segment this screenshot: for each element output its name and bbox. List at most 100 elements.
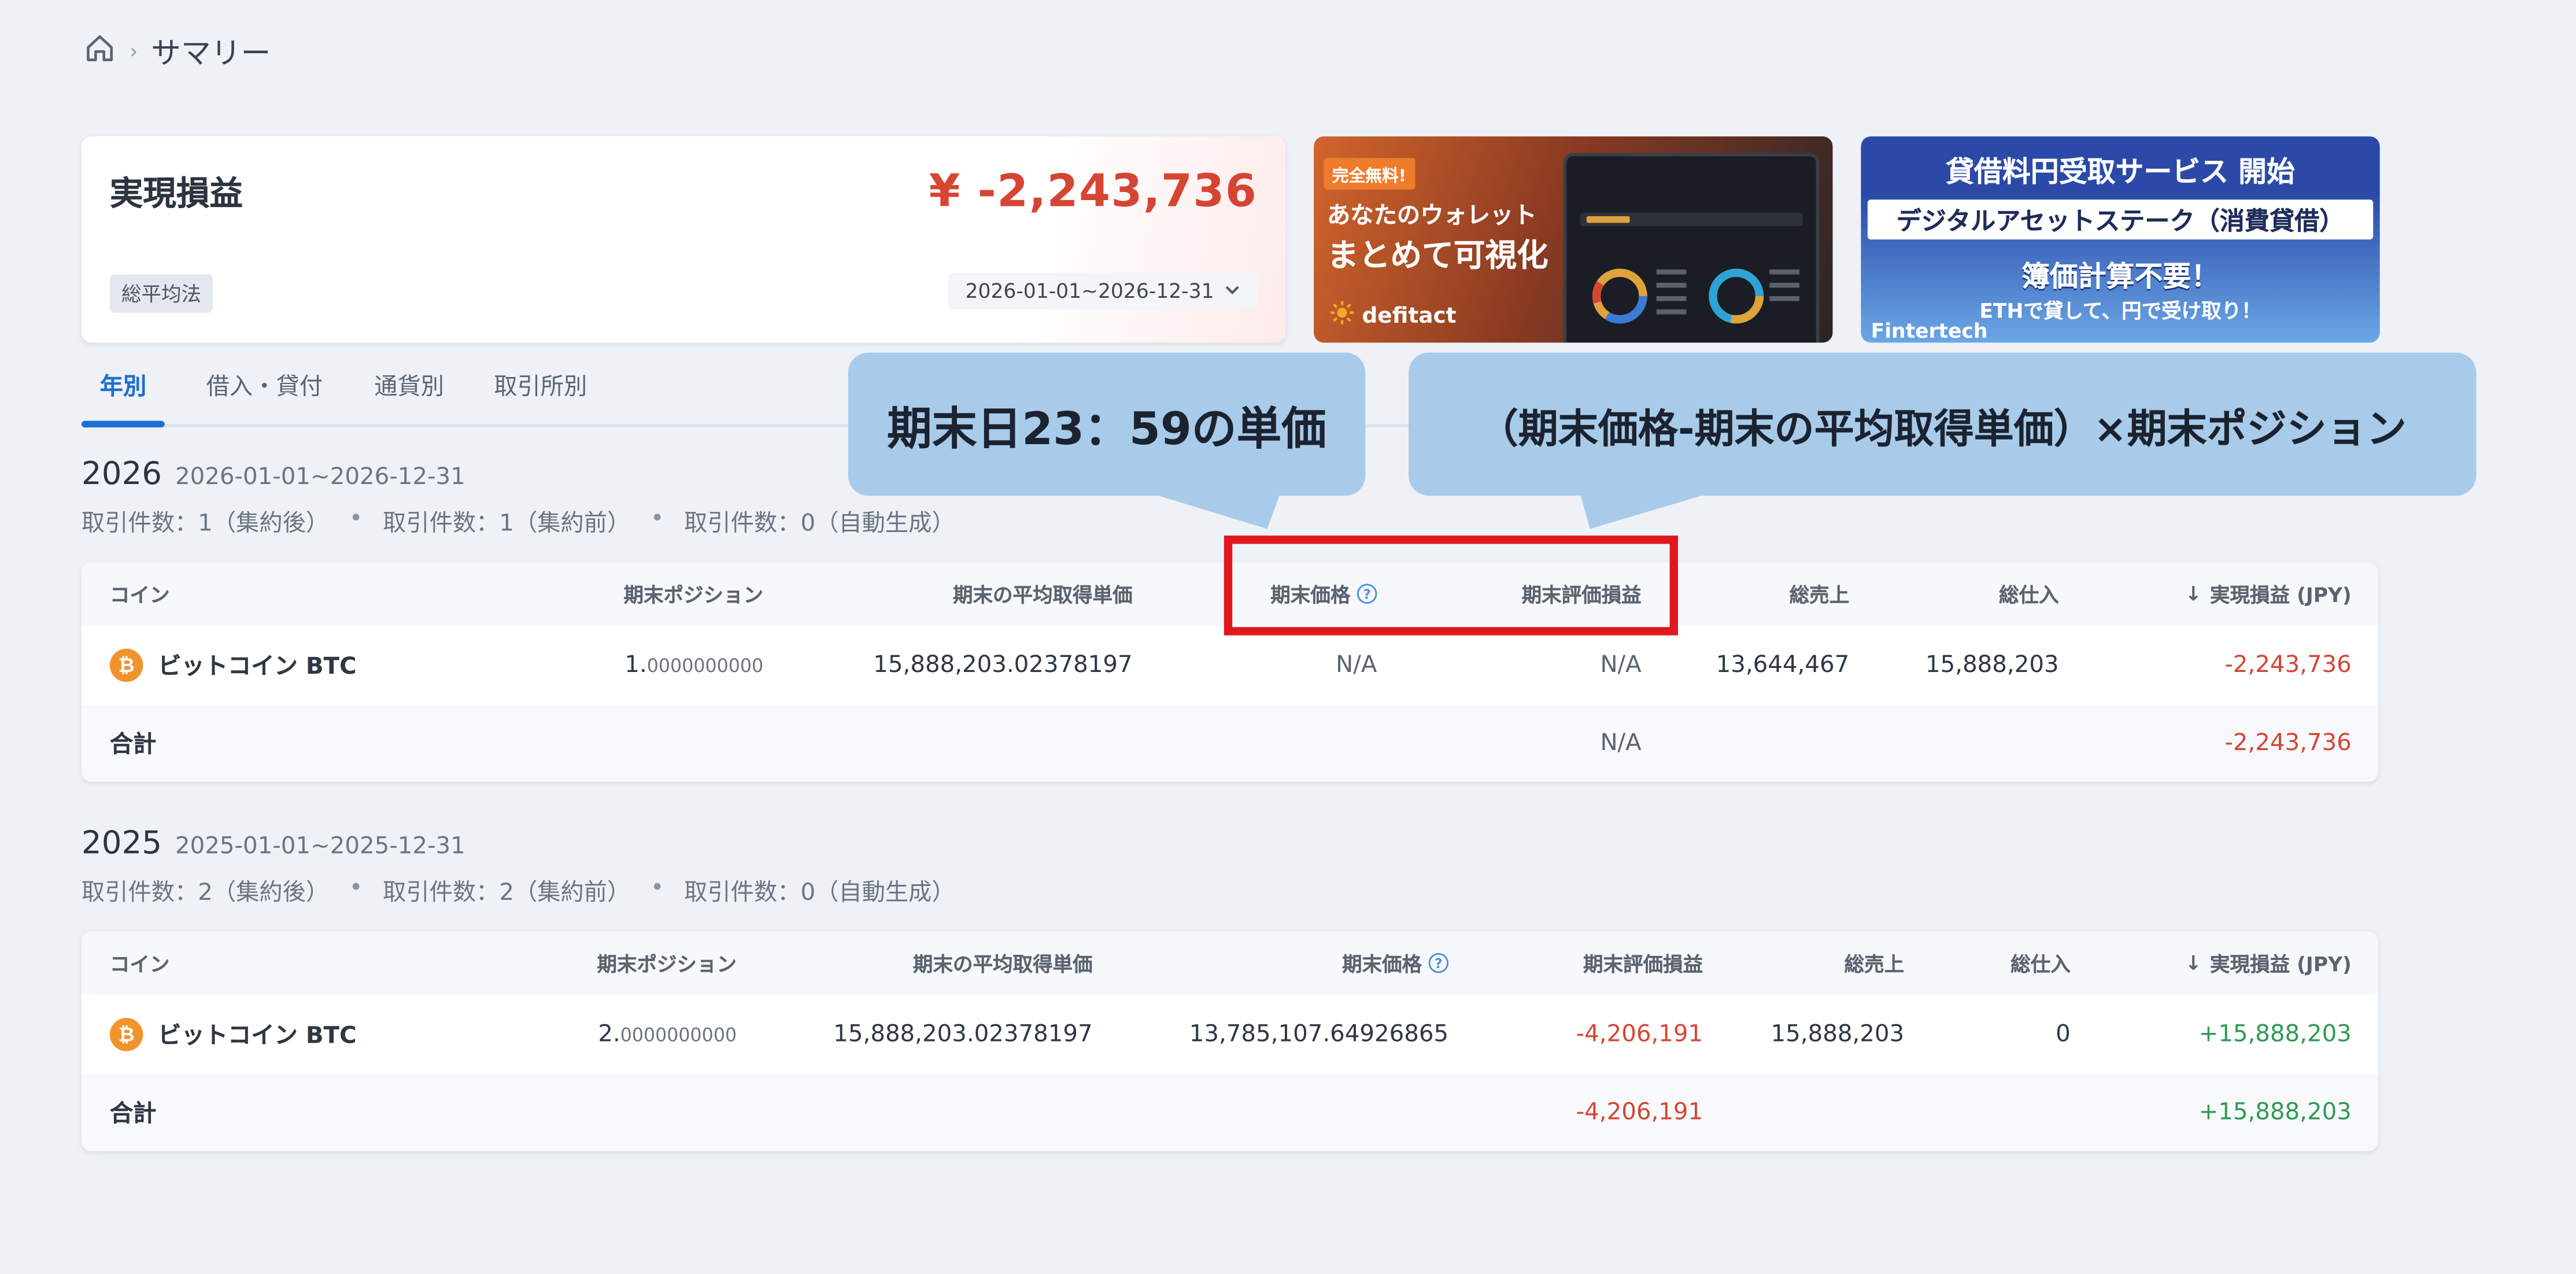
callout-left: 期末日23：59の単価 — [848, 352, 1366, 496]
count-raw: 取引件数：1（集約前） — [383, 510, 631, 537]
highlight-box — [1224, 536, 1678, 636]
year-range: 2026-01-01~2026-12-31 — [175, 464, 465, 491]
unrealized-value: N/A — [1600, 652, 1642, 679]
tab-by-exchange[interactable]: 取引所別 — [494, 369, 587, 402]
col-end-price-label: 期末価格 — [1341, 952, 1422, 976]
sun-logo-icon — [1330, 301, 1354, 331]
col-coin: コイン — [109, 583, 170, 607]
col-realized[interactable]: ↓ 実現損益 (JPY) — [2185, 932, 2352, 995]
total-realized: +15,888,203 — [2198, 1099, 2352, 1127]
date-range-select[interactable]: 2026-01-01~2026-12-31 — [948, 272, 1258, 309]
col-sales: 総売上 — [1844, 952, 1905, 976]
dot-separator: • — [650, 505, 664, 533]
end-price-value: N/A — [1336, 652, 1377, 679]
arrow-down-icon: ↓ — [2185, 582, 2202, 605]
callout-right: （期末価格-期末の平均取得単価）×期末ポジション — [1409, 352, 2477, 496]
banner-line1: あなたのウォレット — [1327, 202, 1537, 230]
banner-line3: 簿価計算不要！ — [2021, 261, 2220, 295]
defitact-banner[interactable]: 完全無料! あなたのウォレット まとめて可視化 defitact — [1314, 136, 1833, 343]
position-value: 2. 0000000000 — [598, 995, 737, 1074]
col-position: 期末ポジション — [597, 952, 737, 976]
col-avg-cost: 期末の平均取得単価 — [952, 583, 1133, 607]
count-auto: 取引件数：0（自動生成） — [684, 880, 955, 907]
total-realized: -2,243,736 — [2224, 730, 2352, 757]
col-coin: コイン — [109, 952, 170, 976]
arrow-down-icon: ↓ — [2185, 951, 2202, 975]
purchases-value: 15,888,203 — [1925, 652, 2059, 679]
col-avg-cost: 期末の平均取得単価 — [912, 952, 1093, 976]
realized-pl-amount: ¥ -2,243,736 — [929, 166, 1258, 218]
avg-cost-value: 15,888,203.02378197 — [833, 1021, 1093, 1048]
position-int: 2. — [598, 1021, 620, 1048]
count-aggregated: 取引件数：1（集約後） — [81, 510, 330, 537]
position-value: 1. 0000000000 — [624, 625, 763, 705]
card-title: 実現損益 — [109, 173, 243, 213]
count-auto: 取引件数：0（自動生成） — [684, 510, 955, 537]
col-end-price: 期末価格? — [1341, 932, 1449, 995]
total-label: 合計 — [109, 732, 157, 759]
total-row: 合計 -4,206,191 +15,888,203 — [81, 1074, 2378, 1151]
transaction-counts: 取引件数：1（集約後） • 取引件数：1（集約前） • 取引件数：0（自動生成） — [82, 505, 955, 539]
table-header: コイン 期末ポジション 期末の平均取得単価 期末価格? 期末評価損益 総売上 総… — [81, 931, 2378, 995]
method-badge: 総平均法 — [109, 274, 213, 313]
banner-brand: defitact — [1330, 301, 1457, 331]
date-range-value: 2026-01-01~2026-12-31 — [965, 279, 1214, 303]
banner-line2: デジタルアセットステーク（消費貸借） — [1896, 206, 2345, 237]
position-int: 1. — [624, 652, 647, 679]
coin-name: ビットコイン BTC — [158, 653, 357, 681]
col-sales: 総売上 — [1789, 583, 1850, 607]
col-position: 期末ポジション — [623, 583, 764, 607]
avg-cost-value: 15,888,203.02378197 — [873, 652, 1133, 679]
banner-line1: 貸借料円受取サービス 開始 — [1946, 156, 2295, 190]
col-realized-label: 実現損益 (JPY) — [2210, 583, 2352, 607]
count-aggregated: 取引件数：2（集約後） — [81, 880, 330, 907]
year-range: 2025-01-01~2025-12-31 — [175, 833, 465, 860]
banner-tag: 完全無料! — [1324, 158, 1415, 190]
help-icon[interactable]: ? — [1428, 953, 1449, 973]
year-table-2025: コイン 期末ポジション 期末の平均取得単価 期末価格? 期末評価損益 総売上 総… — [81, 931, 2378, 1151]
position-dec: 0000000000 — [646, 654, 764, 677]
breadcrumb-separator-icon: › — [130, 40, 138, 64]
callout-tail-left — [1147, 492, 1281, 529]
year-label: 2026 — [81, 456, 162, 493]
breadcrumb-current: サマリー — [151, 36, 271, 72]
bitcoin-icon: ₿ — [109, 1018, 143, 1051]
realized-value: +15,888,203 — [2198, 1021, 2352, 1048]
transaction-counts: 取引件数：2（集約後） • 取引件数：2（集約前） • 取引件数：0（自動生成） — [82, 875, 955, 909]
total-label: 合計 — [109, 1101, 157, 1128]
dashboard-mockup-image — [1563, 153, 1820, 343]
year-heading: 2026 2026-01-01~2026-12-31 — [82, 456, 465, 492]
tab-by-currency[interactable]: 通貨別 — [374, 369, 444, 402]
breadcrumb: › サマリー — [83, 30, 271, 73]
tab-borrow-lend[interactable]: 借入・貸付 — [206, 369, 323, 402]
position-dec: 0000000000 — [620, 1024, 737, 1046]
realized-pl-card: 実現損益 ¥ -2,243,736 総平均法 2026-01-01~2026-1… — [81, 136, 1286, 343]
dot-separator: • — [650, 874, 664, 902]
coin-cell[interactable]: ₿ ビットコイン BTC — [109, 995, 357, 1074]
home-icon[interactable] — [83, 31, 117, 72]
year-heading: 2025 2025-01-01~2025-12-31 — [82, 825, 465, 862]
table-row: ₿ ビットコイン BTC 2. 0000000000 15,888,203.0237… — [81, 994, 2378, 1074]
active-tab-indicator — [81, 420, 165, 428]
bitcoin-icon: ₿ — [109, 648, 143, 682]
year-label: 2025 — [81, 825, 162, 862]
callout-tail-right — [1580, 492, 1713, 529]
dot-separator: • — [349, 874, 363, 902]
col-unrealized: 期末評価損益 — [1583, 952, 1703, 976]
sales-value: 13,644,467 — [1716, 652, 1850, 679]
col-purchases: 総仕入 — [2010, 952, 2071, 976]
table-row: ₿ ビットコイン BTC 1. 0000000000 15,888,203.0237… — [81, 625, 2378, 706]
count-raw: 取引件数：2（集約前） — [383, 880, 631, 907]
end-price-value: 13,785,107.64926865 — [1189, 1021, 1449, 1048]
coin-cell[interactable]: ₿ ビットコイン BTC — [109, 625, 357, 705]
sales-value: 15,888,203 — [1771, 1021, 1905, 1048]
banner-brand-label: defitact — [1362, 303, 1457, 329]
fintertech-banner[interactable]: 貸借料円受取サービス 開始 デジタルアセットステーク（消費貸借） 簿価計算不要！… — [1861, 136, 2380, 343]
unrealized-value: -4,206,191 — [1576, 1021, 1703, 1048]
tab-yearly[interactable]: 年別 — [100, 369, 147, 402]
total-unrealized: -4,206,191 — [1576, 1099, 1703, 1127]
total-row: 合計 N/A -2,243,736 — [81, 705, 2378, 782]
realized-value: -2,243,736 — [2224, 652, 2352, 679]
col-purchases: 総仕入 — [1999, 583, 2059, 607]
col-realized[interactable]: ↓ 実現損益 (JPY) — [2185, 562, 2352, 625]
